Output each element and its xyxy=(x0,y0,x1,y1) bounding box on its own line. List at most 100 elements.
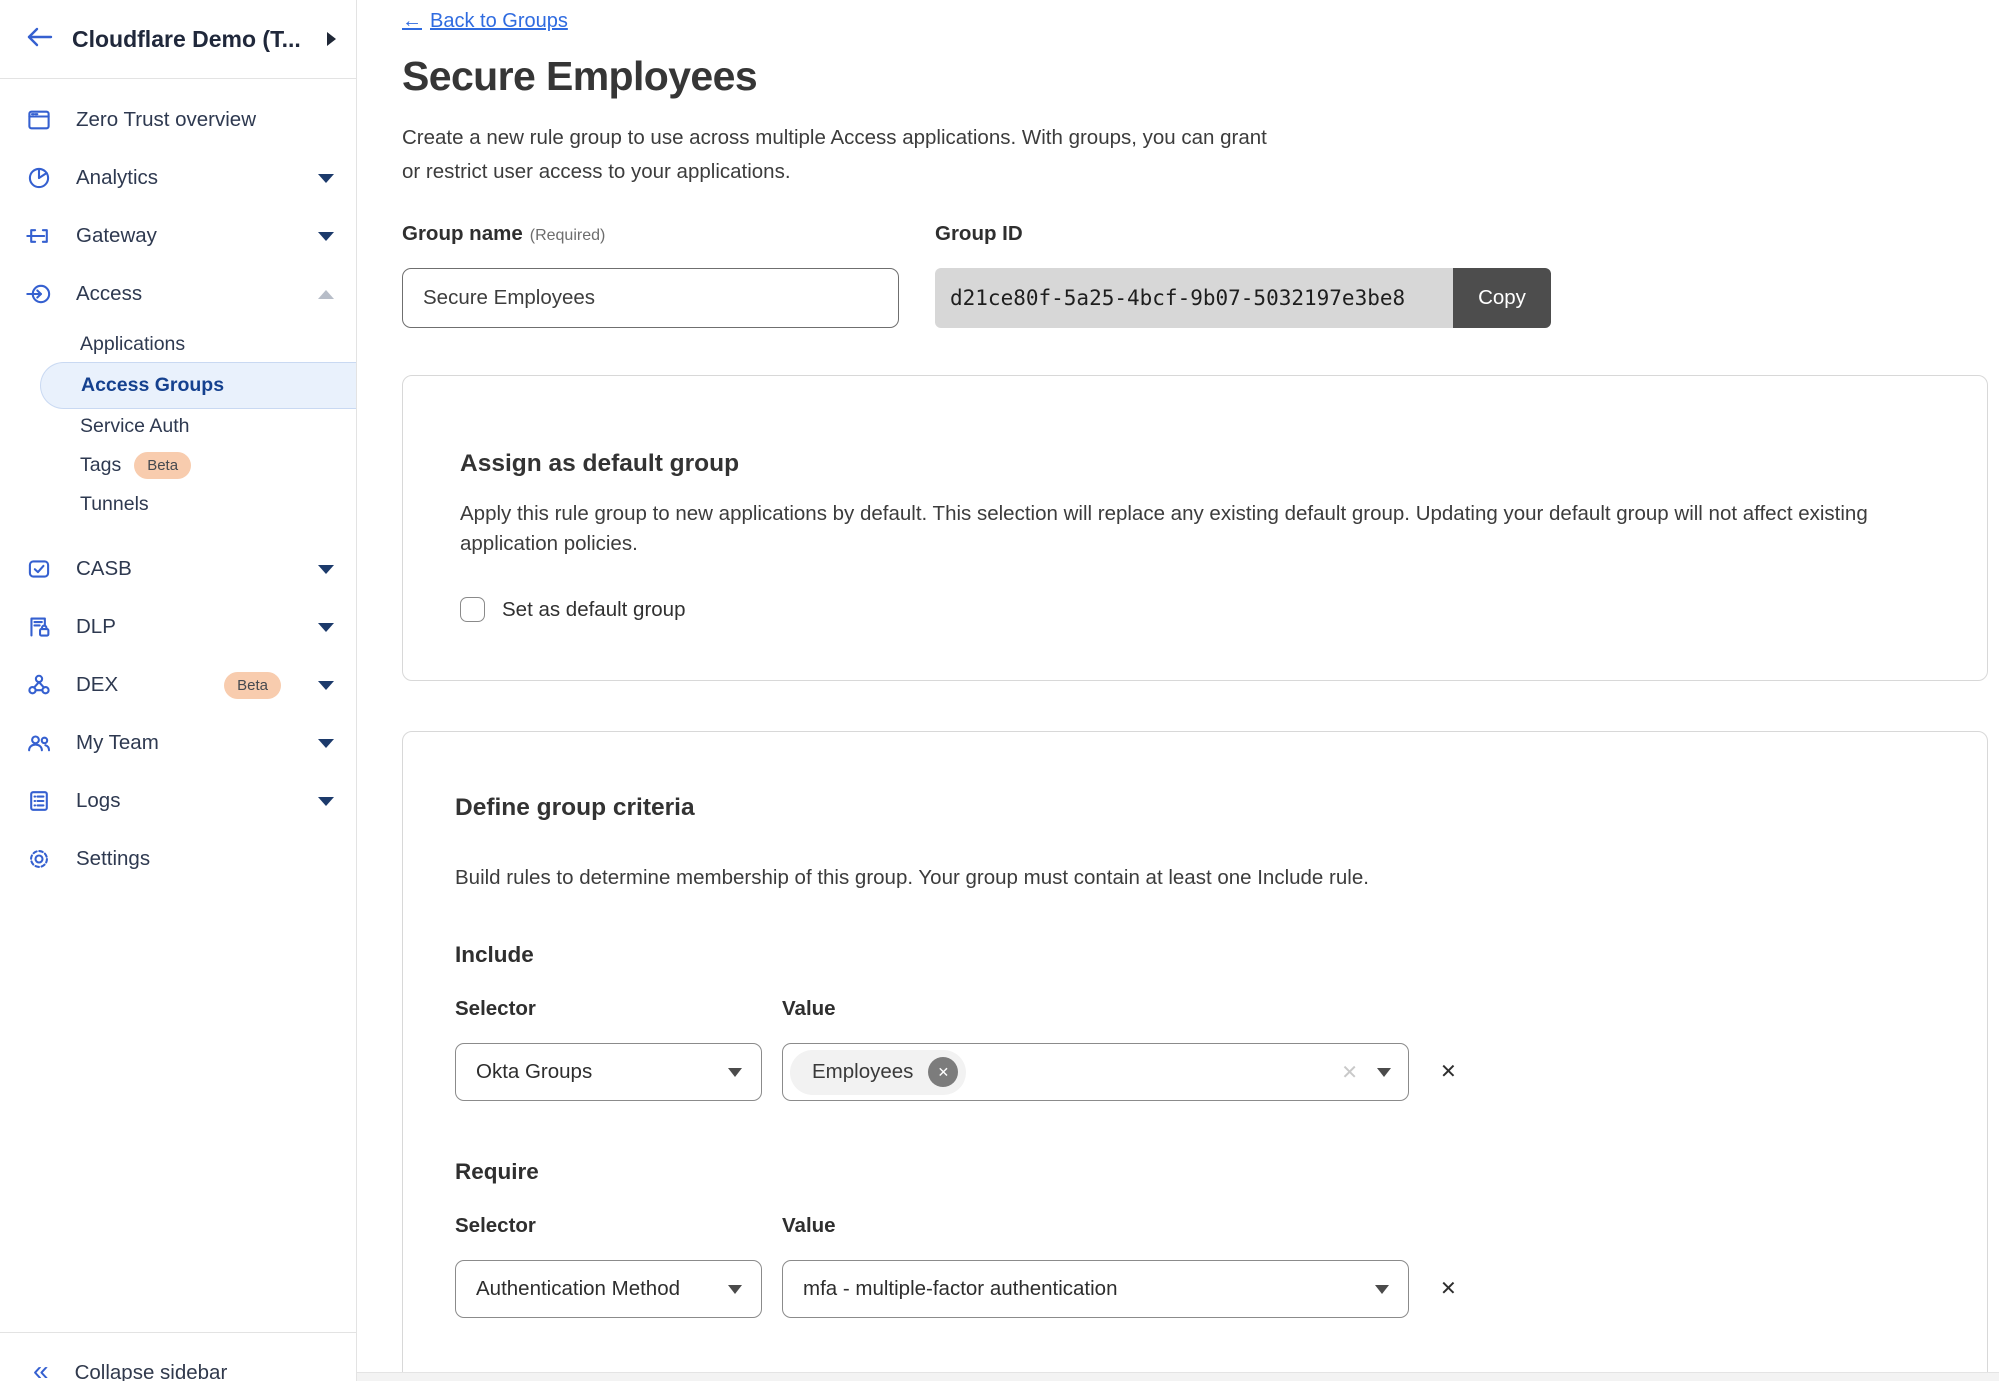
group-id-value: d21ce80f-5a25-4bcf-9b07-5032197e3be8 xyxy=(935,268,1453,328)
include-rule-row: Okta Groups Employees ✕ ✕ ✕ xyxy=(455,1043,1929,1101)
log-list-icon xyxy=(25,788,53,814)
clear-values-icon[interactable]: ✕ xyxy=(1341,1060,1358,1085)
require-value-label: Value xyxy=(782,1214,1409,1238)
sidebar-item-label: Gateway xyxy=(76,224,295,248)
page-title: Secure Employees xyxy=(402,52,1988,100)
sidebar-item-access-groups[interactable]: Access Groups xyxy=(40,362,356,409)
chevron-down-icon xyxy=(728,1068,742,1077)
chevron-down-icon xyxy=(1377,1068,1391,1077)
gateway-icon xyxy=(25,223,53,249)
sidebar-item-zero-trust-overview[interactable]: Zero Trust overview xyxy=(0,91,356,149)
chevron-down-icon xyxy=(1375,1285,1389,1294)
include-labels: Selector Value xyxy=(455,997,1929,1021)
require-value-text: mfa - multiple-factor authentication xyxy=(803,1277,1117,1301)
sidebar-item-tunnels[interactable]: Tunnels xyxy=(0,485,356,524)
group-criteria-card: Define group criteria Build rules to det… xyxy=(402,731,1988,1381)
chevron-down-icon xyxy=(728,1285,742,1294)
group-name-label-text: Group name xyxy=(402,222,523,245)
value-tag-label: Employees xyxy=(812,1060,913,1084)
include-value-multiselect[interactable]: Employees ✕ ✕ xyxy=(782,1043,1409,1101)
sidebar-nav: Zero Trust overview Analytics Gateway Ac… xyxy=(0,79,356,1332)
chevron-down-icon xyxy=(318,739,334,748)
page-description: Create a new rule group to use across mu… xyxy=(402,121,1988,189)
document-lock-icon xyxy=(25,614,53,640)
group-name-input[interactable] xyxy=(402,268,899,328)
require-selector-label: Selector xyxy=(455,1214,762,1238)
sidebar: Cloudflare Demo (T... Zero Trust overvie… xyxy=(0,0,357,1381)
sidebar-item-analytics[interactable]: Analytics xyxy=(0,149,356,207)
sidebar-item-logs[interactable]: Logs xyxy=(0,772,356,830)
sidebar-item-label: Analytics xyxy=(76,166,295,190)
account-title: Cloudflare Demo (T... xyxy=(72,26,309,53)
default-card-desc-line: Apply this rule group to new application… xyxy=(460,499,1929,529)
require-heading: Require xyxy=(455,1159,1929,1185)
sidebar-item-my-team[interactable]: My Team xyxy=(0,714,356,772)
page-description-line: or restrict user access to your applicat… xyxy=(402,155,1988,189)
window-icon xyxy=(25,107,53,133)
people-icon xyxy=(25,730,53,756)
criteria-card-description: Build rules to determine membership of t… xyxy=(455,866,1929,890)
sidebar-item-access[interactable]: Access xyxy=(0,265,356,323)
set-default-group-label: Set as default group xyxy=(502,598,686,622)
back-arrow-glyph: ← xyxy=(402,10,422,33)
require-selector-dropdown[interactable]: Authentication Method xyxy=(455,1260,762,1318)
criteria-card-title: Define group criteria xyxy=(455,794,1929,822)
tag-remove-icon[interactable]: ✕ xyxy=(928,1057,958,1087)
sidebar-item-label: CASB xyxy=(76,557,295,581)
sub-item-label: Service Auth xyxy=(80,415,189,438)
set-default-group-checkbox[interactable] xyxy=(460,597,485,622)
sidebar-item-label: Settings xyxy=(76,847,334,871)
collapse-sidebar-label: Collapse sidebar xyxy=(75,1361,228,1381)
chevron-up-icon xyxy=(318,290,334,299)
sidebar-item-casb[interactable]: CASB xyxy=(0,540,356,598)
copy-button[interactable]: Copy xyxy=(1453,268,1551,328)
sub-item-label: Tags xyxy=(80,454,121,477)
value-tag: Employees ✕ xyxy=(790,1050,966,1095)
require-selector-value: Authentication Method xyxy=(476,1277,680,1301)
remove-include-rule-icon[interactable]: ✕ xyxy=(1440,1062,1457,1082)
sidebar-item-applications[interactable]: Applications xyxy=(0,325,356,364)
default-group-card: Assign as default group Apply this rule … xyxy=(402,375,1988,681)
sidebar-item-settings[interactable]: Settings xyxy=(0,830,356,888)
pie-chart-icon xyxy=(25,165,53,191)
include-selector-label: Selector xyxy=(455,997,762,1021)
sidebar-item-tags[interactable]: Tags Beta xyxy=(0,446,356,485)
sidebar-item-gateway[interactable]: Gateway xyxy=(0,207,356,265)
back-arrow-icon[interactable] xyxy=(24,24,54,55)
account-header: Cloudflare Demo (T... xyxy=(0,0,356,79)
include-selector-value: Okta Groups xyxy=(476,1060,592,1084)
sidebar-item-label: Logs xyxy=(76,789,295,813)
chevron-down-icon xyxy=(318,797,334,806)
access-sub-menu: Applications Access Groups Service Auth … xyxy=(0,325,356,524)
include-value-label: Value xyxy=(782,997,1409,1021)
sidebar-item-dex[interactable]: DEX Beta xyxy=(0,656,356,714)
group-id-label: Group ID xyxy=(935,222,1551,246)
chevron-down-icon xyxy=(318,565,334,574)
main-content: ← Back to Groups Secure Employees Create… xyxy=(357,0,1999,1381)
collapse-sidebar-icon: « xyxy=(33,1361,49,1381)
gear-icon xyxy=(25,846,53,872)
sidebar-item-label: DLP xyxy=(76,615,295,639)
include-selector-dropdown[interactable]: Okta Groups xyxy=(455,1043,762,1101)
back-link-label: Back to Groups xyxy=(430,10,568,33)
sidebar-item-label: DEX xyxy=(76,673,188,697)
remove-require-rule-icon[interactable]: ✕ xyxy=(1440,1279,1457,1299)
collapse-sidebar-button[interactable]: « Collapse sidebar xyxy=(0,1332,356,1381)
chevron-down-icon xyxy=(318,174,334,183)
chevron-right-icon[interactable] xyxy=(327,32,336,46)
sidebar-item-label: Zero Trust overview xyxy=(76,108,334,132)
group-name-id-row: Group name (Required) Group ID d21ce80f-5… xyxy=(402,222,1988,328)
sub-item-label: Applications xyxy=(80,333,185,356)
sub-item-label: Access Groups xyxy=(81,374,224,397)
sidebar-item-service-auth[interactable]: Service Auth xyxy=(0,407,356,446)
require-value-dropdown[interactable]: mfa - multiple-factor authentication xyxy=(782,1260,1409,1318)
sticky-footer-edge xyxy=(357,1372,1999,1381)
default-group-card-title: Assign as default group xyxy=(460,450,1929,478)
back-to-groups-link[interactable]: ← Back to Groups xyxy=(402,10,568,33)
beta-badge: Beta xyxy=(134,452,191,479)
chevron-down-icon xyxy=(318,623,334,632)
sidebar-item-dlp[interactable]: DLP xyxy=(0,598,356,656)
chevron-down-icon xyxy=(318,681,334,690)
required-hint: (Required) xyxy=(530,227,606,244)
access-icon xyxy=(25,281,53,307)
